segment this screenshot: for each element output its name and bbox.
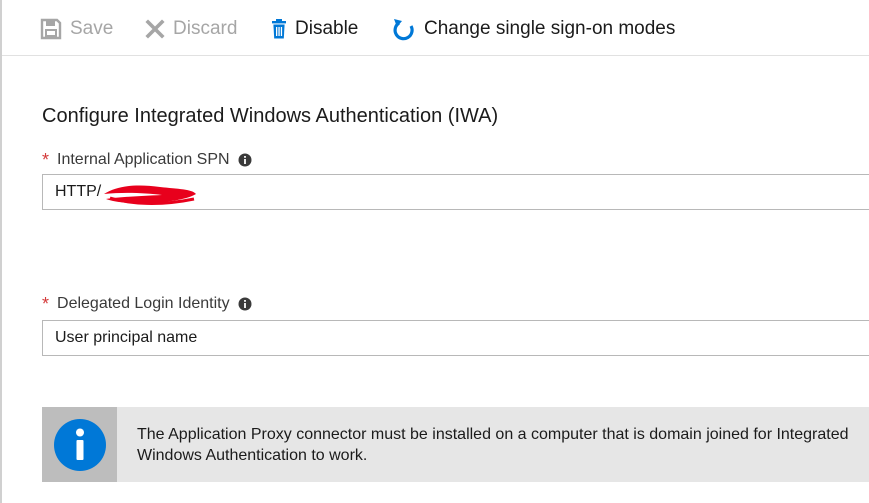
required-marker: * xyxy=(42,294,50,314)
spn-label-text: Internal Application SPN xyxy=(57,150,230,168)
disable-label: Disable xyxy=(295,18,359,39)
login-identity-value: User principal name xyxy=(55,329,198,346)
spn-value: HTTP/ xyxy=(55,183,102,200)
change-sso-modes-label: Change single sign-on modes xyxy=(424,18,676,39)
save-icon xyxy=(40,18,62,40)
section-title: Configure Integrated Windows Authenticat… xyxy=(42,105,499,127)
save-button[interactable]: Save xyxy=(40,12,113,46)
notice-icon-box xyxy=(42,407,117,482)
required-marker: * xyxy=(42,150,50,170)
login-identity-label: * Delegated Login Identity xyxy=(42,293,252,314)
discard-label: Discard xyxy=(173,18,238,39)
info-circle-icon xyxy=(53,418,106,471)
login-identity-label-text: Delegated Login Identity xyxy=(57,294,230,312)
info-icon[interactable] xyxy=(238,297,252,311)
spn-label: * Internal Application SPN xyxy=(42,149,252,170)
change-sso-modes-button[interactable]: Change single sign-on modes xyxy=(392,12,675,46)
disable-button[interactable]: Disable xyxy=(271,12,358,46)
close-icon xyxy=(145,19,165,39)
app-frame: Save Discard Disable Change single sign-… xyxy=(0,0,869,503)
discard-button[interactable]: Discard xyxy=(145,12,237,46)
redaction-mark xyxy=(104,185,196,205)
info-icon[interactable] xyxy=(238,153,252,167)
trash-icon xyxy=(271,19,287,39)
save-label: Save xyxy=(70,18,114,39)
login-identity-select[interactable]: User principal name xyxy=(42,320,869,356)
notice-text: The Application Proxy connector must be … xyxy=(137,425,849,464)
refresh-icon xyxy=(392,17,416,41)
info-notice: The Application Proxy connector must be … xyxy=(42,407,869,482)
command-bar: Save Discard Disable Change single sign-… xyxy=(2,0,869,56)
